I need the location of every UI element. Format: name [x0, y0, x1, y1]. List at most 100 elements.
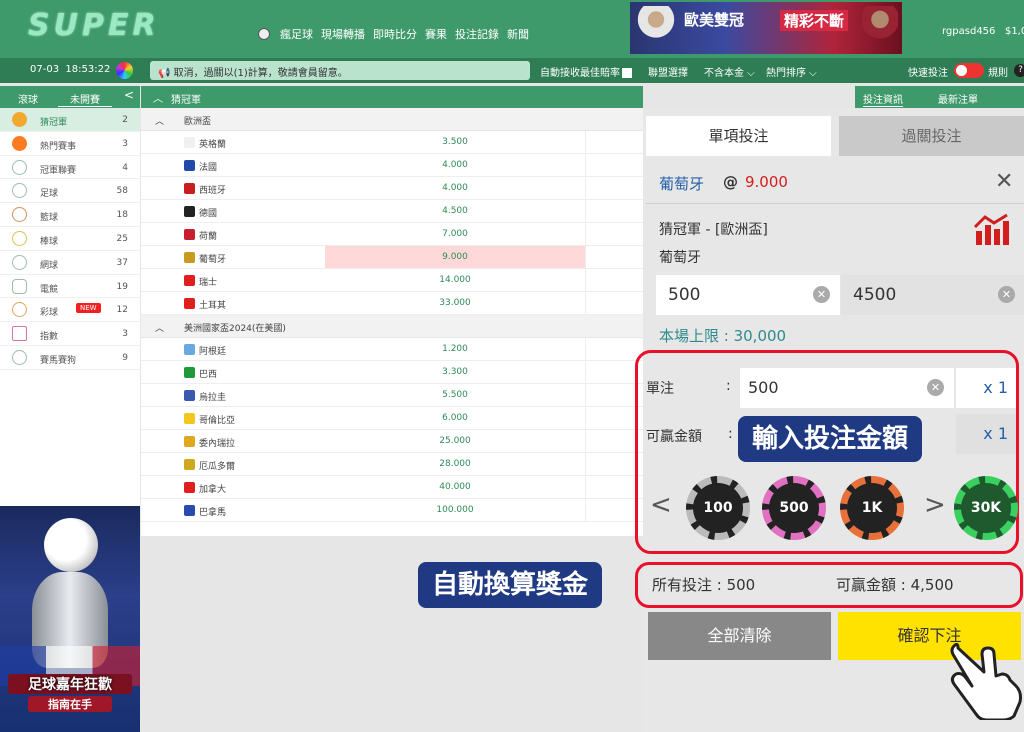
odds-cell[interactable]: 3.300	[325, 361, 585, 383]
clear-icon[interactable]: ✕	[813, 286, 830, 303]
chevron-left-icon[interactable]: <	[650, 490, 672, 520]
multiplier-single[interactable]: x 1	[956, 368, 1016, 408]
promo-banner[interactable]: 歐美雙冠 精彩不斷	[630, 2, 902, 54]
odds-cell[interactable]: 100.000	[325, 499, 585, 521]
team-name: 加拿大	[199, 485, 227, 495]
auto-accept-checkbox[interactable]	[622, 68, 632, 78]
fire-icon	[12, 135, 27, 151]
sidebar-item-hot[interactable]: 熱門賽事 3	[0, 132, 140, 156]
team-flag-icon	[184, 298, 195, 309]
stake-input[interactable]: 500 ✕	[656, 275, 840, 315]
team-name: 委內瑞拉	[199, 439, 236, 449]
nav-bet-history[interactable]: 投注記錄	[455, 26, 499, 42]
odds-cell[interactable]: 14.000	[325, 269, 585, 291]
sidebar-item-racing[interactable]: 賽馬賽狗 9	[0, 346, 140, 370]
team-flag-icon	[184, 275, 195, 286]
tab-bet-info[interactable]: 投注資訊	[863, 91, 903, 107]
collapse-icon[interactable]: <	[124, 88, 134, 102]
cup-icon	[12, 159, 27, 175]
odds-cell[interactable]: 5.500	[325, 384, 585, 406]
sidebar-item-esports[interactable]: 電競 19	[0, 275, 140, 299]
sort-select[interactable]: 熱門排序 ⌵	[766, 64, 817, 79]
chip-1k[interactable]: 1K	[840, 476, 904, 540]
single-bet-label: 單注	[646, 381, 674, 397]
sidebar-item-baseball[interactable]: 棒球 25	[0, 227, 140, 251]
odds-cell[interactable]: 4.500	[325, 200, 585, 222]
chip-100[interactable]: 100	[686, 476, 750, 540]
odds-cell[interactable]: 25.000	[325, 430, 585, 452]
chevron-up-icon[interactable]: ︿	[155, 321, 164, 334]
sidebar-item-index[interactable]: 指數 3	[0, 322, 140, 346]
odds-cell[interactable]: 4.000	[325, 177, 585, 199]
clear-icon[interactable]: ✕	[927, 379, 944, 396]
table-row: 土耳其 33.000	[141, 292, 643, 315]
sidebar-item-basketball[interactable]: 籃球 18	[0, 203, 140, 227]
tab-single-bet[interactable]: 單項投注	[646, 116, 831, 156]
auto-accept-option[interactable]: 自動接收最佳賠率	[540, 64, 632, 79]
baseball-icon	[12, 230, 27, 246]
odds-cell[interactable]: 40.000	[325, 476, 585, 498]
nav-live-score[interactable]: 即時比分	[373, 26, 417, 42]
odds-cell[interactable]: 9.000	[325, 246, 585, 268]
nav-results[interactable]: 賽果	[425, 26, 447, 42]
chevron-up-icon[interactable]: ︿	[155, 114, 164, 127]
tab-upcoming[interactable]: 未開賽	[58, 91, 112, 107]
tab-latest-bets[interactable]: 最新注單	[938, 91, 978, 106]
column-divider	[585, 361, 586, 383]
odds-cell[interactable]: 4.000	[325, 154, 585, 176]
tab-live[interactable]: 滾球	[18, 91, 38, 106]
nav-live-stream[interactable]: 現場轉播	[321, 26, 365, 42]
league-group[interactable]: ︿ 美洲國家盃2024(在美國)	[141, 315, 643, 338]
soccer-ball-image	[44, 518, 98, 572]
column-divider	[585, 384, 586, 406]
nav-news[interactable]: 新聞	[507, 26, 529, 42]
multiplier-win[interactable]: x 1	[956, 414, 1016, 454]
chip-500[interactable]: 500	[762, 476, 826, 540]
tab-parlay-bet[interactable]: 過關投注	[839, 116, 1024, 156]
stats-chart-icon[interactable]	[973, 213, 1011, 247]
column-divider	[585, 177, 586, 199]
clear-all-button[interactable]: 全部清除	[648, 612, 831, 660]
league-group[interactable]: ︿ 歐洲盃	[141, 108, 643, 131]
odds-cell[interactable]: 1.200	[325, 338, 585, 360]
team-flag-icon	[184, 252, 195, 263]
sidebar-item-champions[interactable]: 冠軍聯賽 4	[0, 156, 140, 180]
nav-crazy-soccer[interactable]: 瘋足球	[280, 26, 313, 42]
team-name: 瑞士	[199, 278, 218, 288]
league-select[interactable]: 聯盟選擇	[648, 64, 688, 79]
pointer-hand-icon	[950, 642, 1022, 720]
column-divider	[585, 200, 586, 222]
odds-cell[interactable]: 28.000	[325, 453, 585, 475]
sidebar-item-outright[interactable]: 猜冠軍 2	[0, 108, 140, 132]
chip-30k[interactable]: 30K	[954, 476, 1018, 540]
sport-sidebar: 滾球 未開賽 < 猜冠軍 2 熱門賽事 3 冠軍聯賽 4 足球 58 籃球 18…	[0, 86, 140, 506]
close-icon[interactable]: ✕	[995, 169, 1013, 194]
selected-odds: 9.000	[745, 173, 788, 191]
sidebar-item-lottery[interactable]: 彩球 NEW 12	[0, 298, 140, 323]
bar-chart-icon	[12, 326, 27, 342]
table-row: 西班牙 4.000	[141, 177, 643, 200]
rules-link[interactable]: 規則	[988, 64, 1008, 79]
sub-bar: 07-03 18:53:22 📢 取消，過關以(1)計算，敬請會員留意。 自動接…	[0, 58, 1024, 83]
odds-cell[interactable]: 7.000	[325, 223, 585, 245]
sidebar-item-tennis[interactable]: 網球 37	[0, 251, 140, 275]
single-bet-input[interactable]: 500 ✕	[740, 368, 954, 408]
odds-cell[interactable]: 3.500	[325, 131, 585, 153]
chevron-up-icon[interactable]: ︿	[153, 90, 163, 105]
username: rgpasd456	[942, 26, 996, 37]
clear-icon[interactable]: ✕	[998, 286, 1015, 303]
color-wheel-icon[interactable]	[116, 62, 133, 79]
odds-type-select[interactable]: 不含本金 ⌵	[704, 64, 755, 79]
quick-bet-toggle[interactable]	[954, 63, 984, 78]
odds-cell[interactable]: 33.000	[325, 292, 585, 314]
odds-cell[interactable]: 6.000	[325, 407, 585, 429]
help-icon[interactable]: ?	[1014, 64, 1024, 77]
team-flag-icon	[184, 367, 195, 378]
promo-ad[interactable]: 足球嘉年狂歡 指南在手	[0, 506, 140, 732]
notice-marquee: 📢 取消，過關以(1)計算，敬請會員留意。	[150, 61, 530, 80]
table-row: 瑞士 14.000	[141, 269, 643, 292]
sidebar-item-soccer[interactable]: 足球 58	[0, 179, 140, 204]
site-logo[interactable]: SUPER	[28, 8, 160, 43]
to-win-input[interactable]: 4500 ✕	[841, 275, 1024, 315]
chevron-right-icon[interactable]: >	[924, 490, 946, 520]
